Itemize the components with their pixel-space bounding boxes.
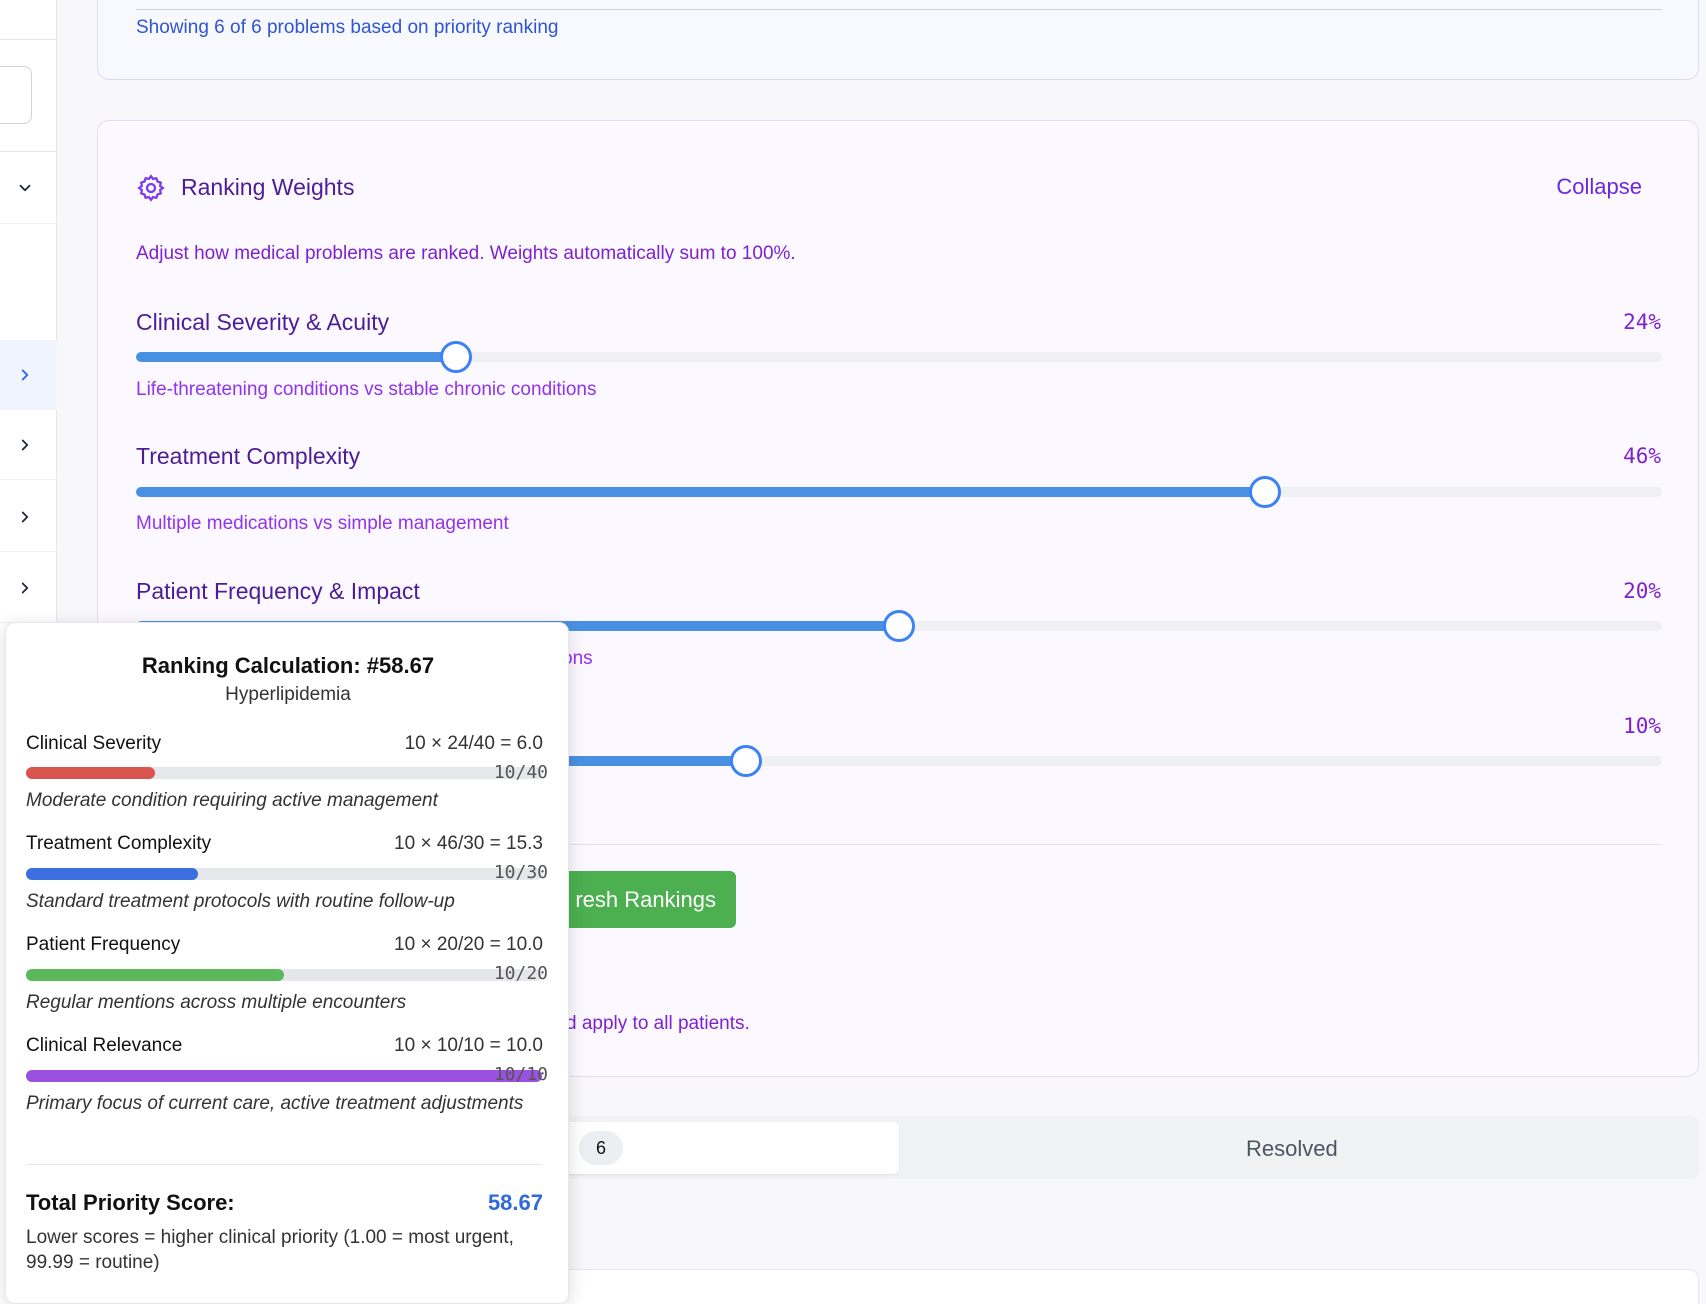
sidebar-item[interactable]	[0, 553, 57, 623]
tab-count-badge: 6	[579, 1131, 623, 1165]
slider-fill	[136, 487, 1266, 497]
factor-description: Regular mentions across multiple encount…	[26, 992, 407, 1013]
factor-bar-fill	[26, 1070, 542, 1082]
weight-slider-clinical-severity[interactable]	[136, 341, 1662, 373]
weight-percent-clinical-relevance: 10%	[1623, 714, 1661, 738]
weight-hint-clinical-severity: Life-threatening conditions vs stable ch…	[136, 379, 597, 400]
factor-description: Standard treatment protocols with routin…	[26, 891, 455, 912]
weight-slider-treatment-complexity[interactable]	[136, 476, 1662, 508]
priority-note: Lower scores = higher clinical priority …	[26, 1227, 514, 1273]
weights-note: d apply to all patients.	[566, 1013, 750, 1034]
sidebar-search-box[interactable]	[0, 66, 32, 124]
chevron-right-icon	[14, 577, 36, 599]
factor-bar-fill	[26, 767, 155, 779]
divider	[136, 9, 1662, 10]
showing-count-text: Showing 6 of 6 problems based on priorit…	[136, 17, 559, 38]
weight-percent-patient-frequency: 20%	[1623, 579, 1661, 603]
chevron-right-icon	[14, 506, 36, 528]
factor-score: 10/10	[493, 1064, 548, 1085]
chevron-down-icon	[14, 177, 36, 199]
collapse-button[interactable]: Collapse	[1556, 174, 1642, 200]
factor-bar	[26, 868, 542, 880]
factor-name: Clinical Severity	[26, 733, 162, 754]
total-score-value: 58.67	[487, 1190, 543, 1215]
factor-name: Treatment Complexity	[26, 833, 212, 854]
weight-percent-treatment-complexity: 46%	[1623, 444, 1661, 468]
factor-name: Patient Frequency	[26, 934, 181, 955]
sidebar-dropdown-row[interactable]	[0, 152, 57, 224]
factor-score: 10/20	[493, 963, 548, 984]
sidebar-header	[0, 0, 57, 40]
tooltip-title: Ranking Calculation: #58.67	[141, 653, 435, 678]
tab-resolved[interactable]: Resolved	[1246, 1136, 1338, 1162]
factor-formula: 10 × 10/10 = 10.0	[394, 1035, 543, 1056]
ranking-weights-description: Adjust how medical problems are ranked. …	[136, 243, 796, 264]
gear-icon	[136, 173, 166, 203]
weight-hint-treatment-complexity: Multiple medications vs simple managemen…	[136, 513, 509, 534]
weight-label-clinical-severity: Clinical Severity & Acuity	[136, 309, 390, 335]
refresh-rankings-label: resh Rankings	[575, 886, 716, 912]
total-score-label: Total Priority Score:	[26, 1190, 235, 1215]
factor-score: 10/30	[493, 862, 548, 883]
tooltip-subtitle: Hyperlipidemia	[225, 684, 351, 705]
ranking-weights-title: Ranking Weights	[181, 174, 355, 200]
sidebar-item[interactable]	[0, 482, 57, 552]
slider-thumb[interactable]	[883, 610, 915, 642]
slider-fill	[136, 352, 457, 362]
factor-bar	[26, 1070, 542, 1082]
weight-label-treatment-complexity: Treatment Complexity	[136, 443, 361, 469]
sidebar-item[interactable]	[0, 410, 57, 480]
sidebar-item[interactable]	[0, 340, 57, 410]
problem-list-card	[97, 0, 1699, 80]
factor-name: Clinical Relevance	[26, 1035, 183, 1056]
factor-formula: 10 × 46/30 = 15.3	[394, 833, 543, 854]
factor-bar	[26, 969, 542, 981]
factor-description: Primary focus of current care, active tr…	[26, 1093, 524, 1114]
tooltip-divider	[26, 1164, 542, 1165]
weight-percent-clinical-severity: 24%	[1623, 310, 1661, 334]
weight-label-patient-frequency: Patient Frequency & Impact	[136, 578, 420, 604]
slider-thumb[interactable]	[1249, 476, 1282, 508]
factor-description: Moderate condition requiring active mana…	[26, 790, 438, 811]
factor-formula: 10 × 20/20 = 10.0	[394, 934, 543, 955]
factor-score: 10/40	[493, 762, 548, 783]
factor-bar	[26, 767, 542, 779]
chevron-right-icon	[14, 434, 36, 456]
factor-formula: 10 × 24/40 = 6.0	[404, 733, 543, 754]
factor-bar-fill	[26, 969, 284, 981]
chevron-right-icon	[14, 364, 36, 386]
factor-bar-fill	[26, 868, 198, 880]
